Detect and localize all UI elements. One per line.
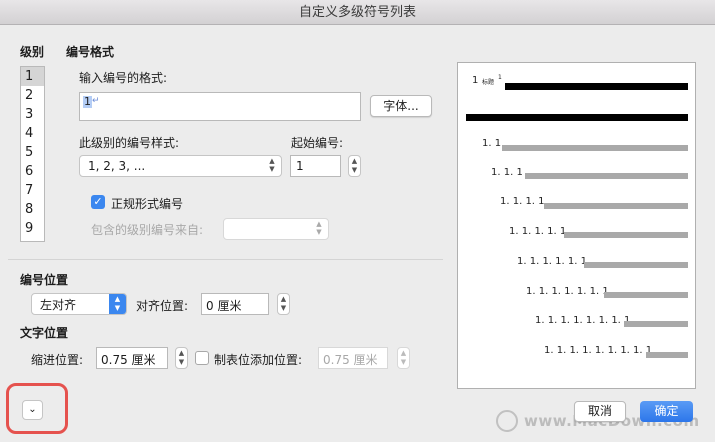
preview-label: 1. 1. 1. 1. 1. 1. 1 (526, 286, 609, 297)
preview-label: 1. 1. 1. 1. 1. 1 (517, 256, 587, 267)
start-number-value: 1 (296, 159, 304, 173)
level-heading: 级别 (20, 45, 45, 59)
indent-label: 缩进位置: (31, 353, 84, 367)
preview-line (525, 173, 688, 179)
preview-line (584, 262, 688, 268)
level-item[interactable]: 3 (21, 105, 44, 124)
ok-button[interactable]: 确定 (640, 401, 693, 422)
preview-line (544, 203, 688, 209)
preview-line (505, 83, 688, 90)
alignment-select[interactable]: 左对齐 ▲ ▼ (31, 293, 127, 315)
preview-line (502, 145, 688, 151)
tab-stop-label: 制表位添加位置: (214, 353, 303, 367)
align-at-input[interactable]: 0 厘米 (201, 293, 269, 315)
preview-label: 1. 1. 1. 1. 1. 1. 1. 1. 1 (544, 345, 653, 356)
indent-input[interactable]: 0.75 厘米 (96, 347, 168, 369)
preview-line (646, 352, 688, 358)
tab-stop-input[interactable]: 0.75 厘米 (318, 347, 388, 369)
preview-label: 1. 1. 1. 1. 1 (509, 226, 567, 237)
indent-stepper[interactable]: ▲ ▼ (175, 347, 188, 369)
start-number-label: 起始编号: (291, 136, 344, 150)
chevron-down-icon[interactable]: ⌄ (22, 400, 43, 420)
legal-numbering-label: 正规形式编号 (111, 197, 184, 211)
tab-stop-checkbox[interactable] (195, 351, 209, 365)
level-item[interactable]: 6 (21, 162, 44, 181)
format-input[interactable]: 1 ↵ (79, 92, 361, 121)
legal-numbering-checkbox[interactable]: ✓ (91, 195, 105, 209)
level-item[interactable]: 5 (21, 143, 44, 162)
preview-label: 1 (472, 75, 479, 86)
preview-line (624, 321, 688, 327)
preview-label: 1. 1 (482, 138, 502, 149)
include-level-select[interactable]: ▲ ▼ (223, 218, 329, 240)
updown-chevron-icon: ▲ ▼ (269, 157, 275, 173)
preview-heading-superscript: 1 (498, 74, 502, 81)
style-label: 此级别的编号样式: (79, 136, 180, 150)
include-level-label: 包含的级别编号来自: (91, 223, 204, 237)
preview-label: 1. 1. 1 (491, 167, 523, 178)
level-item[interactable]: 9 (21, 219, 44, 238)
preview-pane: 1 标题 1 1. 1 1. 1. 1 1. 1. 1. 1 1. 1. 1. … (457, 62, 696, 389)
start-number-stepper[interactable]: ▲ ▼ (348, 155, 361, 177)
preview-line (564, 232, 688, 238)
alignment-value: 左对齐 (40, 298, 77, 312)
preview-heading-label: 标题 (482, 79, 495, 86)
preview-label: 1. 1. 1. 1. 1. 1. 1. 1 (535, 315, 631, 326)
paragraph-mark-icon: ↵ (92, 96, 100, 106)
number-format-heading: 编号格式 (66, 45, 115, 59)
preview-line (466, 114, 688, 121)
align-at-label: 对齐位置: (136, 299, 189, 313)
level-item[interactable]: 7 (21, 181, 44, 200)
level-item[interactable]: 4 (21, 124, 44, 143)
align-at-stepper[interactable]: ▲ ▼ (277, 293, 290, 315)
level-item[interactable]: 8 (21, 200, 44, 219)
number-style-select[interactable]: 1, 2, 3, ... ▲ ▼ (79, 155, 282, 177)
updown-chevron-icon: ▲ ▼ (316, 220, 322, 236)
tab-stop-value: 0.75 厘米 (323, 353, 378, 367)
level-item[interactable]: 2 (21, 86, 44, 105)
format-input-value: 1 (83, 95, 92, 108)
cancel-button[interactable]: 取消 (574, 401, 626, 422)
align-at-value: 0 厘米 (206, 299, 242, 313)
start-number-input[interactable]: 1 (290, 155, 341, 177)
number-style-value: 1, 2, 3, ... (88, 159, 146, 173)
updown-chevron-icon: ▲ ▼ (109, 294, 126, 314)
format-input-label: 输入编号的格式: (79, 71, 168, 85)
text-position-heading: 文字位置 (20, 326, 69, 340)
level-list[interactable]: 1 2 3 4 5 6 7 8 9 (20, 66, 45, 242)
section-divider (8, 259, 443, 260)
level-item[interactable]: 1 (21, 67, 44, 86)
preview-line (604, 292, 688, 298)
tab-stop-stepper[interactable]: ▲ ▼ (397, 347, 410, 369)
font-button[interactable]: 字体... (370, 95, 432, 117)
number-position-heading: 编号位置 (20, 273, 69, 287)
watermark-logo (496, 410, 518, 432)
window-title: 自定义多级符号列表 (0, 0, 715, 25)
preview-label: 1. 1. 1. 1 (500, 196, 545, 207)
indent-value: 0.75 厘米 (101, 353, 156, 367)
